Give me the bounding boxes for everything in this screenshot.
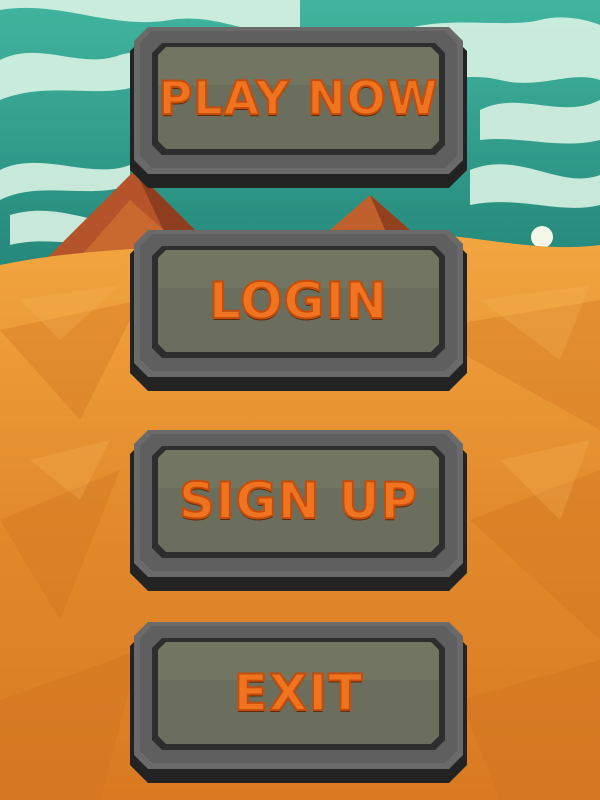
login-label: LOGIN (208, 271, 389, 331)
sign-up-label: SIGN UP (178, 471, 419, 531)
exit-label: EXIT (233, 663, 364, 723)
play-now-label: PLAY NOW (158, 70, 439, 126)
exit-button[interactable]: EXIT (130, 620, 467, 785)
play-now-button[interactable]: PLAY NOW (130, 25, 467, 190)
sign-up-button[interactable]: SIGN UP (130, 428, 467, 593)
login-button[interactable]: LOGIN (130, 228, 467, 393)
main-menu: PLAY NOW LOGIN SIGN UP EXIT (0, 0, 600, 800)
